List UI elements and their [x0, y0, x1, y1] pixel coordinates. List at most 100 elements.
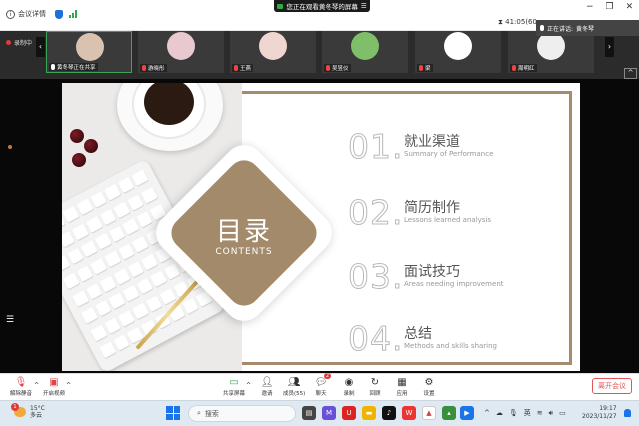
- toc-subtitle: Methods and skills sharing: [404, 342, 498, 350]
- key: [81, 240, 98, 258]
- toc-number: 02.: [347, 193, 404, 233]
- record-dot-icon: [6, 40, 11, 45]
- taskbar-search[interactable]: ⌕ 搜索: [188, 405, 296, 422]
- settings-label: 设置: [423, 391, 435, 397]
- restore-icon[interactable]: ❐: [606, 2, 614, 12]
- participant-name: 梁: [425, 66, 431, 72]
- leave-meeting-button[interactable]: 离开会议: [592, 378, 632, 394]
- key: [113, 268, 131, 285]
- key: [117, 310, 135, 327]
- app-icon-meeting[interactable]: ▶: [460, 406, 474, 420]
- key: [136, 211, 153, 228]
- key: [85, 216, 103, 233]
- key: [85, 282, 103, 300]
- mic-icon: [51, 64, 55, 70]
- collapse-strip-button[interactable]: ^: [624, 68, 637, 79]
- cloud-sync-icon[interactable]: ☁: [496, 409, 503, 417]
- toc-number: 04.: [347, 319, 404, 359]
- mic-icon: [540, 25, 544, 31]
- toc-subtitle: Areas needing improvement: [404, 280, 504, 288]
- review-button[interactable]: ↻ 回顾: [369, 376, 381, 398]
- signal-icon[interactable]: [69, 10, 77, 18]
- key: [122, 218, 140, 236]
- window-controls: − ❐ ✕: [586, 2, 633, 12]
- avatar: [537, 32, 565, 60]
- meeting-controls: 🎙︎ 解除静音 ^ ▣ 开启视频 ^ ▭ 共享屏幕 ^ 👤︎ 邀请 👥︎ 成员(…: [0, 373, 639, 400]
- participant-name-tag: 周明红: [510, 64, 537, 72]
- key: [99, 208, 117, 226]
- unmute-button[interactable]: 🎙︎ 解除静音: [10, 376, 32, 398]
- speaking-name: 黄冬琴: [576, 25, 595, 33]
- invite-button[interactable]: 👤︎ 邀请: [261, 376, 274, 398]
- participant-name: 黄冬琴正在共享: [57, 65, 96, 71]
- participant-tile[interactable]: 吴昱仪: [322, 31, 408, 73]
- key: [103, 184, 121, 201]
- participant-name: 游晓彤: [148, 66, 165, 72]
- battery-icon[interactable]: ▭: [559, 409, 566, 417]
- key: [113, 334, 131, 352]
- weather-cloud-icon: 1: [11, 403, 26, 417]
- share-options-chevron-icon[interactable]: ^: [246, 382, 251, 389]
- share-screen-icon: ▭: [229, 376, 239, 388]
- key: [90, 258, 108, 275]
- presentation-slide: 目录 CONTENTS 01. 就业渠道 Summary of Performa…: [62, 83, 580, 371]
- record-label: 录制: [343, 391, 355, 397]
- key: [140, 253, 158, 270]
- chat-button[interactable]: 💬︎ 2 聊天: [315, 373, 331, 397]
- app-icon-security[interactable]: U: [342, 406, 356, 420]
- settings-button[interactable]: ⚙ 设置: [423, 376, 435, 398]
- meeting-details-button[interactable]: i 会议详情: [6, 9, 77, 19]
- record-button[interactable]: ◉ 录制: [343, 376, 355, 398]
- toc-number: 01.: [347, 127, 404, 167]
- participant-tile[interactable]: 王燕: [230, 31, 316, 73]
- system-tray: ^ ☁ 🎙︎ 英 ≋ 🔊︎ ▭: [484, 408, 566, 418]
- recording-badge: 录制中: [6, 38, 32, 47]
- toc-subtitle: Lessons learned analysis: [404, 216, 492, 224]
- key: [150, 270, 167, 288]
- app-icon-video[interactable]: M: [322, 406, 336, 420]
- participant-tile[interactable]: 梁: [415, 31, 501, 73]
- clock-date: 2023/11/27: [582, 413, 617, 420]
- app-icon-tiktok[interactable]: ♪: [382, 406, 396, 420]
- participant-tile[interactable]: 黄冬琴正在共享: [46, 31, 132, 73]
- chat-badge: 2: [323, 373, 331, 379]
- share-screen-label: 共享屏幕: [223, 391, 246, 397]
- wifi-icon[interactable]: ≋: [537, 409, 543, 417]
- start-button[interactable]: [166, 406, 180, 420]
- members-button[interactable]: 👥︎ 成员(55): [283, 376, 305, 398]
- notification-bell-icon[interactable]: [624, 409, 631, 417]
- close-icon[interactable]: ✕: [626, 2, 634, 12]
- video-options-chevron-icon[interactable]: ^: [66, 382, 71, 389]
- key: [94, 233, 112, 250]
- strip-next-button[interactable]: ›: [605, 37, 614, 57]
- toc-title: 面试技巧: [404, 264, 460, 280]
- start-video-label: 开启视频: [43, 391, 66, 397]
- app-icon-paint[interactable]: ▲: [422, 406, 436, 420]
- participant-tile[interactable]: 游晓彤: [138, 31, 224, 73]
- app-icon-wps[interactable]: W: [402, 406, 416, 420]
- apps-button[interactable]: ▦ 应用: [396, 376, 408, 398]
- participant-tile[interactable]: 周明红: [508, 31, 594, 73]
- search-icon: ⌕: [197, 409, 201, 417]
- app-icon-green[interactable]: ▴: [442, 406, 456, 420]
- strip-prev-button[interactable]: ‹: [36, 37, 45, 57]
- input-method-indicator[interactable]: 英: [524, 408, 531, 418]
- shield-icon[interactable]: [55, 9, 63, 19]
- audio-options-chevron-icon[interactable]: ^: [34, 382, 39, 389]
- start-video-button[interactable]: ▣ 开启视频: [43, 376, 66, 398]
- key: [117, 243, 135, 260]
- key: [131, 302, 149, 320]
- folder-icon[interactable]: ▬: [362, 406, 376, 420]
- list-icon[interactable]: ☰: [6, 315, 14, 325]
- weather-widget[interactable]: 1 15°C 多云: [11, 403, 45, 419]
- chevron-up-icon[interactable]: ^: [484, 409, 490, 417]
- participant-strip: 录制中 ‹ 黄冬琴正在共享 游晓彤 王燕 吴昱仪 梁 周明红 ›: [0, 31, 639, 79]
- share-screen-button[interactable]: ▭ 共享屏幕: [223, 376, 246, 398]
- avatar: [167, 32, 195, 60]
- viewing-banner[interactable]: 您正在观看黄冬琴的屏幕 ☰: [274, 0, 370, 12]
- volume-icon[interactable]: 🔊︎: [549, 409, 553, 418]
- mic-tray-icon[interactable]: 🎙︎: [509, 409, 518, 417]
- minimize-icon[interactable]: −: [586, 2, 594, 12]
- task-view-icon[interactable]: ▤: [302, 406, 316, 420]
- taskbar-clock[interactable]: 19:17 2023/11/27: [582, 405, 617, 421]
